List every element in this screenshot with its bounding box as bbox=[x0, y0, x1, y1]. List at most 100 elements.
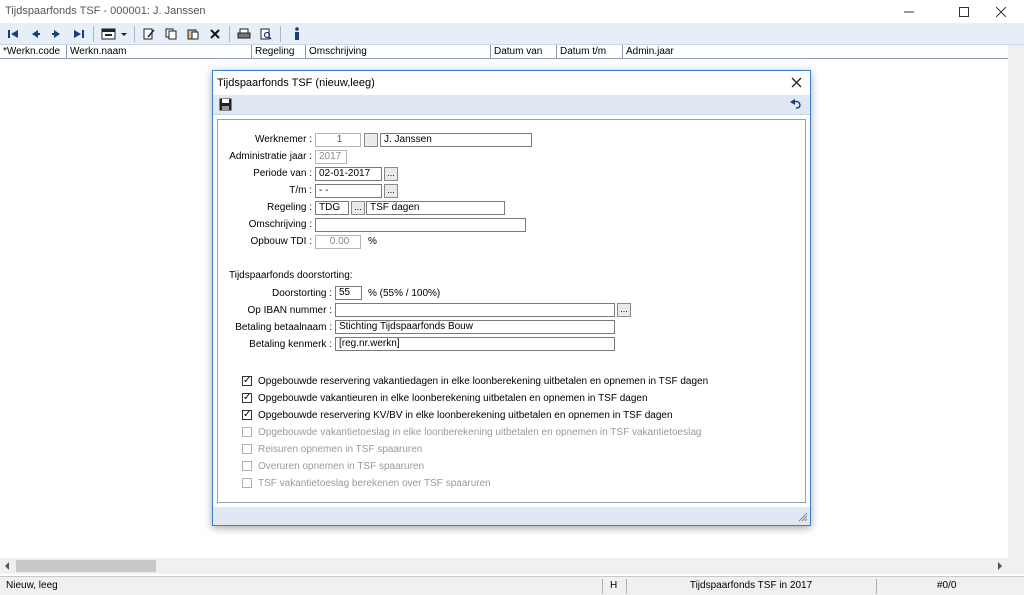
undo-button[interactable] bbox=[790, 99, 802, 113]
dialog-footer bbox=[213, 507, 810, 525]
dialog-body: Werknemer : 1 J. Janssen Administratie j… bbox=[217, 119, 806, 503]
kenmerk-field[interactable]: [reg.nr.werkn] bbox=[335, 337, 615, 351]
status-context: Tijdspaarfonds TSF in 2017 bbox=[689, 580, 813, 591]
close-icon bbox=[791, 77, 802, 88]
column-header-werkn-naam[interactable]: Werkn.naam bbox=[67, 45, 252, 59]
checkbox-reisuren[interactable] bbox=[242, 444, 252, 454]
doorstorting-field[interactable]: 55 bbox=[335, 286, 362, 300]
betaalnaam-label: Betaling betaalnaam : bbox=[235, 322, 332, 333]
previous-record-button[interactable] bbox=[26, 25, 44, 43]
form-menu-button[interactable] bbox=[100, 25, 130, 43]
checkbox-overuren[interactable] bbox=[242, 461, 252, 471]
regeling-code-field[interactable]: TDG bbox=[315, 201, 349, 215]
column-header-werkn-code[interactable]: *Werkn.code bbox=[0, 45, 67, 59]
tm-date-button[interactable]: ... bbox=[384, 184, 398, 198]
checkbox-label: Opgebouwde reservering KV/BV in elke loo… bbox=[258, 410, 673, 421]
status-separator bbox=[876, 579, 877, 594]
iban-lookup-button[interactable]: ... bbox=[617, 303, 631, 317]
checkbox-vakantietoeslag[interactable] bbox=[242, 427, 252, 437]
copy-button[interactable] bbox=[162, 25, 180, 43]
toolbar-separator bbox=[93, 26, 94, 42]
dialog-toolbar bbox=[213, 95, 810, 115]
first-record-button[interactable] bbox=[4, 25, 22, 43]
column-header-regeling[interactable]: Regeling bbox=[252, 45, 306, 59]
resize-grip-icon[interactable] bbox=[798, 512, 808, 525]
save-button[interactable] bbox=[219, 98, 232, 114]
scroll-right-icon[interactable] bbox=[996, 561, 1004, 574]
periode-van-date-button[interactable]: ... bbox=[384, 167, 398, 181]
save-icon bbox=[219, 98, 232, 111]
paste-icon bbox=[187, 29, 199, 40]
info-button[interactable] bbox=[288, 25, 306, 43]
column-header-datum-tm[interactable]: Datum t/m bbox=[557, 45, 623, 59]
doorstorting-label: Doorstorting : bbox=[271, 288, 332, 299]
werknemer-code-field[interactable]: 1 bbox=[315, 133, 361, 147]
grid-column-header: *Werkn.code Werkn.naam Regeling Omschrij… bbox=[0, 45, 1008, 59]
last-record-icon bbox=[74, 30, 84, 38]
copy-icon bbox=[165, 28, 177, 40]
toolbar-separator bbox=[229, 26, 230, 42]
checkbox-vakantieuren[interactable]: ✓ bbox=[242, 393, 252, 403]
dialog-close-button[interactable] bbox=[791, 77, 802, 91]
opbouw-tdi-field[interactable]: 0.00 bbox=[315, 235, 361, 249]
form-menu-icon bbox=[101, 28, 127, 40]
window-titlebar: Tijdspaarfonds TSF - 000001: J. Janssen bbox=[0, 0, 1024, 23]
tm-field[interactable]: - - bbox=[315, 184, 382, 198]
periode-van-field[interactable]: 02-01-2017 bbox=[315, 167, 382, 181]
print-preview-button[interactable] bbox=[257, 25, 275, 43]
delete-icon bbox=[210, 29, 220, 39]
print-button[interactable] bbox=[235, 25, 253, 43]
horizontal-scrollbar[interactable] bbox=[0, 558, 1008, 574]
toolbar-separator bbox=[134, 26, 135, 42]
admin-jaar-field[interactable]: 2017 bbox=[315, 150, 347, 164]
edit-button[interactable] bbox=[140, 25, 158, 43]
vertical-scrollbar[interactable] bbox=[1008, 45, 1024, 558]
regeling-name-field[interactable]: TSF dagen bbox=[366, 201, 505, 215]
status-separator bbox=[602, 579, 603, 594]
dialog-titlebar: Tijdspaarfonds TSF (nieuw,leeg) bbox=[213, 71, 810, 95]
periode-van-label: Periode van : bbox=[253, 168, 312, 179]
maximize-icon bbox=[959, 6, 969, 17]
horizontal-scroll-thumb[interactable] bbox=[16, 560, 156, 572]
opbouw-tdi-label: Opbouw TDI : bbox=[250, 236, 312, 247]
opbouw-tdi-unit: % bbox=[368, 236, 377, 247]
print-preview-icon bbox=[260, 28, 272, 40]
tsf-dialog: Tijdspaarfonds TSF (nieuw,leeg) Werkneme… bbox=[212, 70, 811, 526]
iban-label: Op IBAN nummer : bbox=[247, 305, 332, 316]
kenmerk-label: Betaling kenmerk : bbox=[249, 339, 332, 350]
iban-field[interactable] bbox=[335, 303, 615, 317]
betaalnaam-field[interactable]: Stichting Tijdspaarfonds Bouw bbox=[335, 320, 615, 334]
omschrijving-label: Omschrijving : bbox=[248, 219, 312, 230]
dialog-title: Tijdspaarfonds TSF (nieuw,leeg) bbox=[217, 77, 375, 89]
last-record-button[interactable] bbox=[70, 25, 88, 43]
checkbox-kv-bv[interactable]: ✓ bbox=[242, 410, 252, 420]
next-record-button[interactable] bbox=[48, 25, 66, 43]
next-record-icon bbox=[52, 30, 60, 38]
edit-icon bbox=[143, 28, 155, 40]
paste-button[interactable] bbox=[184, 25, 202, 43]
checkbox-tsf-vakantietoeslag[interactable] bbox=[242, 478, 252, 488]
first-record-icon bbox=[8, 30, 18, 38]
info-icon bbox=[295, 27, 299, 40]
minimize-button[interactable] bbox=[886, 0, 932, 23]
checkbox-label: Opgebouwde vakantieuren in elke loonbere… bbox=[258, 393, 648, 404]
minimize-icon bbox=[904, 11, 914, 12]
status-record: #0/0 bbox=[937, 580, 957, 591]
scroll-left-icon[interactable] bbox=[3, 561, 11, 574]
checkbox-label: Opgebouwde vakantietoeslag in elke loonb… bbox=[258, 427, 702, 438]
delete-button[interactable] bbox=[206, 25, 224, 43]
toolbar-separator bbox=[280, 26, 281, 42]
undo-icon bbox=[790, 99, 801, 109]
regeling-lookup-button[interactable]: ... bbox=[351, 201, 365, 215]
werknemer-name-field[interactable]: J. Janssen bbox=[380, 133, 532, 147]
previous-record-icon bbox=[32, 30, 40, 38]
regeling-label: Regeling : bbox=[266, 202, 312, 213]
checkbox-label: Overuren opnemen in TSF spaaruren bbox=[258, 461, 425, 472]
werknemer-lookup-button[interactable] bbox=[364, 133, 378, 147]
close-button[interactable] bbox=[978, 0, 1024, 23]
column-header-datum-van[interactable]: Datum van bbox=[491, 45, 557, 59]
omschrijving-field[interactable] bbox=[315, 218, 526, 232]
checkbox-vakantiedagen[interactable]: ✓ bbox=[242, 376, 252, 386]
column-header-admin-jaar[interactable]: Admin.jaar bbox=[623, 45, 1008, 59]
column-header-omschrijving[interactable]: Omschrijving bbox=[306, 45, 491, 59]
